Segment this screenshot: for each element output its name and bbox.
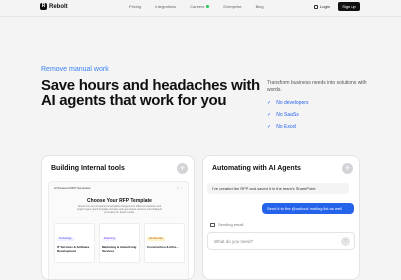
benefit-item: ✓ No SaaSs (267, 112, 377, 118)
template-label: Marketing & Advertising Services (102, 245, 137, 253)
plus-icon[interactable]: + (342, 163, 353, 174)
card-title: Automating with AI Agents (212, 165, 301, 172)
preview-subtitle: Select from our AI-optimized templates d… (76, 205, 163, 215)
user-message: Send it to the @outlook mailing list as … (262, 203, 354, 214)
nav-link-pricing[interactable]: Pricing (129, 4, 141, 9)
preview-heading: Choose Your RFP Template (87, 198, 152, 204)
sending-label: Sending email (218, 222, 244, 227)
internal-tools-card: Building Internal tools + AI Powered RFP… (41, 155, 195, 280)
template-badge: Technology (57, 236, 74, 241)
chat-input-box: ↑ (207, 232, 355, 250)
card-title: Building Internal tools (51, 165, 125, 172)
nav-link-careers[interactable]: Careers (190, 4, 210, 9)
benefit-item: ✓ No Excel (267, 124, 377, 130)
logo-icon: R (40, 3, 47, 10)
template-card[interactable]: Marketing Marketing & Advertising Servic… (99, 223, 140, 263)
template-card[interactable]: Technology IT Services & Software Develo… (54, 223, 95, 263)
login-icon (314, 4, 318, 9)
preview-app-title: AI Powered RFP Generator (54, 186, 91, 190)
hero-headline: Save hours and headaches with AI agents … (41, 77, 260, 109)
template-label: Construction & Infra... (147, 245, 179, 249)
brand-name: Rebolt (49, 3, 68, 10)
nav-links: Pricing Integrations Careers Enterprise … (129, 4, 264, 9)
nav-link-blog[interactable]: Blog (256, 4, 264, 9)
nav-link-enterprise[interactable]: Enterprise (223, 4, 241, 9)
mail-icon (210, 222, 215, 227)
preview-menu-icon[interactable]: ☆ ⋯ (176, 186, 183, 190)
brand-logo[interactable]: R Rebolt (40, 3, 68, 10)
benefit-item: ✓ No developers (267, 100, 377, 106)
check-icon: ✓ (267, 112, 272, 118)
check-icon: ✓ (267, 124, 272, 130)
check-icon: ✓ (267, 100, 272, 106)
benefit-label: No developers (276, 100, 309, 106)
template-badge: Construction (147, 236, 166, 241)
sending-status: Sending email (210, 222, 243, 227)
login-label: Login (320, 4, 330, 9)
hero-side: Transform business needs into solutions … (267, 80, 377, 130)
ai-agents-card: Automating with AI Agents + (202, 155, 360, 280)
status-dot-icon (206, 5, 210, 8)
rfp-preview: AI Powered RFP Generator ☆ ⋯ Choose Your… (48, 181, 189, 279)
nav-link-integrations[interactable]: Integrations (155, 4, 176, 9)
chat-input[interactable] (214, 237, 334, 246)
template-list: Technology IT Services & Software Develo… (54, 223, 185, 263)
template-card[interactable]: Construction Construction & Infra... (144, 223, 185, 263)
plus-icon[interactable]: + (177, 163, 188, 174)
hero-tagline: Remove manual work (41, 66, 109, 73)
send-arrow-icon[interactable]: ↑ (341, 237, 350, 246)
hero-description: Transform business needs into solutions … (267, 80, 367, 93)
template-badge: Marketing (102, 236, 117, 241)
template-label: IT Services & Software Development (57, 245, 90, 253)
benefit-label: No Excel (276, 124, 297, 130)
signup-button[interactable]: Sign up (338, 2, 360, 11)
nav-divider (0, 16, 401, 17)
benefit-label: No SaaSs (276, 112, 299, 118)
nav-link-careers-label: Careers (190, 4, 205, 9)
benefit-list: ✓ No developers ✓ No SaaSs ✓ No Excel (267, 100, 377, 130)
agent-message: I've created the RFP and saved it in the… (207, 183, 349, 194)
top-nav: R Rebolt Pricing Integrations Careers En… (0, 0, 401, 14)
login-link[interactable]: Login (314, 4, 330, 9)
